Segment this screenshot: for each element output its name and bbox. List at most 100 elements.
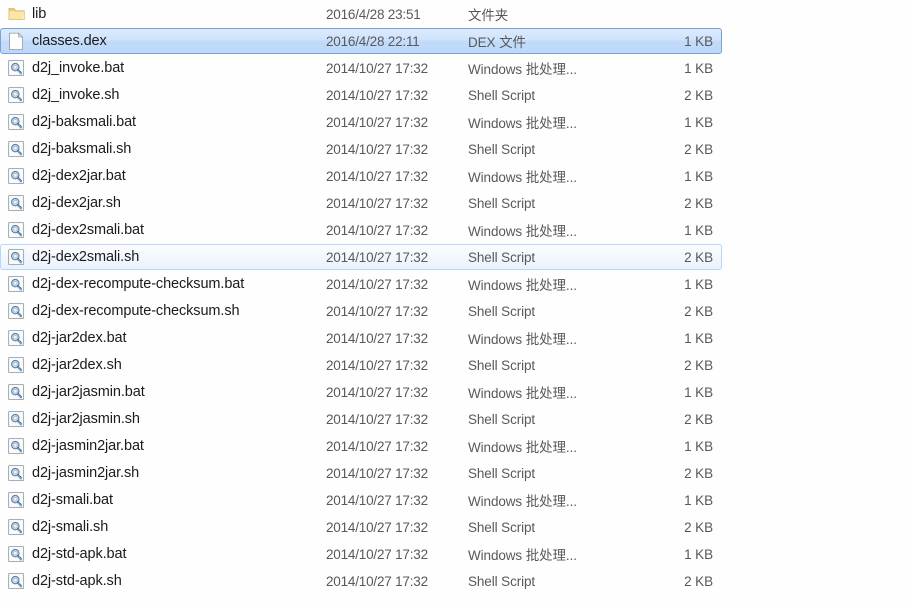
file-date-modified: 2014/10/27 17:32 [326, 411, 428, 427]
script-icon-svg [8, 302, 25, 319]
file-name: d2j-baksmali.sh [32, 141, 132, 157]
script-icon-svg [8, 59, 25, 76]
file-row[interactable]: d2j-jar2dex.bat 2014/10/27 17:32 Windows 批… [0, 325, 722, 351]
file-name: d2j-dex2smali.sh [32, 249, 140, 265]
file-row[interactable]: d2j-smali.sh 2014/10/27 17:32 Shell Script… [0, 514, 722, 540]
file-type: DEX 文件 [468, 35, 526, 50]
file-type: Windows 批处理... [468, 494, 577, 509]
file-date-modified: 2014/10/27 17:32 [326, 438, 428, 454]
file-date-modified: 2014/10/27 17:32 [326, 492, 428, 508]
file-name: d2j-std-apk.bat [32, 546, 127, 562]
file-name: d2j-jar2dex.sh [32, 357, 122, 373]
file-size: 2 KB [684, 357, 713, 373]
file-type: Windows 批处理... [468, 440, 577, 455]
script-icon [8, 85, 32, 105]
file-type: Windows 批处理... [468, 170, 577, 185]
file-list[interactable]: lib 2016/4/28 23:51 文件夹 classes.dex 2016/4/2… [0, 0, 911, 605]
file-name: d2j-dex2jar.sh [32, 195, 121, 211]
file-date-modified: 2014/10/27 17:32 [326, 519, 428, 535]
file-row[interactable]: d2j-jar2jasmin.bat 2014/10/27 17:32 Window… [0, 379, 722, 405]
script-icon [8, 166, 32, 186]
file-row[interactable]: d2j-baksmali.bat 2014/10/27 17:32 Windows … [0, 109, 722, 135]
file-size: 2 KB [684, 141, 713, 157]
file-type: Shell Script [468, 573, 536, 589]
file-row[interactable]: d2j-dex-recompute-checksum.sh 2014/10/27 … [0, 298, 722, 324]
script-icon [8, 247, 32, 267]
file-name: d2j-std-apk.sh [32, 573, 122, 589]
script-icon [8, 328, 32, 348]
script-icon [8, 193, 32, 213]
script-icon-svg [8, 194, 25, 211]
script-icon [8, 301, 32, 321]
file-size: 2 KB [684, 303, 713, 319]
file-row[interactable]: d2j-jar2dex.sh 2014/10/27 17:32 Shell Scri… [0, 352, 722, 378]
file-size: 1 KB [684, 384, 713, 400]
file-row[interactable]: d2j-dex2smali.sh 2014/10/27 17:32 Shell Sc… [0, 244, 722, 270]
file-type: Windows 批处理... [468, 116, 577, 131]
script-icon-svg [8, 572, 25, 589]
file-size: 2 KB [684, 195, 713, 211]
file-type: Windows 批处理... [468, 224, 577, 239]
file-date-modified: 2014/10/27 17:32 [326, 87, 428, 103]
file-date-modified: 2014/10/27 17:32 [326, 573, 428, 589]
file-name: d2j-jasmin2jar.sh [32, 465, 140, 481]
script-icon [8, 139, 32, 159]
file-name: classes.dex [32, 33, 107, 49]
file-size: 1 KB [684, 60, 713, 76]
file-name: d2j_invoke.bat [32, 60, 125, 76]
file-row[interactable]: d2j-std-apk.bat 2014/10/27 17:32 Windows 批… [0, 541, 722, 567]
file-row[interactable]: d2j-dex-recompute-checksum.bat 2014/10/27… [0, 271, 722, 297]
file-name: d2j_invoke.sh [32, 87, 120, 103]
file-row[interactable]: d2j-dex2jar.bat 2014/10/27 17:32 Windows 批… [0, 163, 722, 189]
file-row[interactable]: d2j-jar2jasmin.sh 2014/10/27 17:32 Shell S… [0, 406, 722, 432]
file-size: 1 KB [684, 168, 713, 184]
script-icon [8, 463, 32, 483]
script-icon-svg [8, 518, 25, 535]
file-row[interactable]: classes.dex 2016/4/28 22:11 DEX 文件 1 KB [0, 28, 722, 54]
file-type: Shell Script [468, 519, 536, 535]
file-size: 1 KB [684, 114, 713, 130]
file-date-modified: 2014/10/27 17:32 [326, 303, 428, 319]
file-row[interactable]: d2j-smali.bat 2014/10/27 17:32 Windows 批处理… [0, 487, 722, 513]
file-type: Windows 批处理... [468, 548, 577, 563]
file-row[interactable]: d2j_invoke.bat 2014/10/27 17:32 Windows 批处… [0, 55, 722, 81]
script-icon-svg [8, 383, 25, 400]
file-name: d2j-dex2smali.bat [32, 222, 144, 238]
file-row[interactable]: d2j-dex2smali.bat 2014/10/27 17:32 Windows… [0, 217, 722, 243]
folder-icon [8, 4, 32, 24]
document-icon [8, 31, 32, 51]
file-name: lib [32, 6, 47, 22]
file-type: Shell Script [468, 249, 536, 265]
script-icon-svg [8, 167, 25, 184]
script-icon-svg [8, 86, 25, 103]
file-name: d2j-smali.sh [32, 519, 109, 535]
file-date-modified: 2014/10/27 17:32 [326, 330, 428, 346]
script-icon-svg [8, 113, 25, 130]
script-icon [8, 274, 32, 294]
file-row[interactable]: d2j-jasmin2jar.sh 2014/10/27 17:32 Shell S… [0, 460, 722, 486]
file-size: 1 KB [684, 33, 713, 49]
file-row[interactable]: d2j-jasmin2jar.bat 2014/10/27 17:32 Window… [0, 433, 722, 459]
file-date-modified: 2016/4/28 22:11 [326, 33, 420, 49]
file-type: Windows 批处理... [468, 332, 577, 347]
file-name: d2j-jar2jasmin.bat [32, 384, 145, 400]
file-date-modified: 2014/10/27 17:32 [326, 60, 428, 76]
file-size: 2 KB [684, 573, 713, 589]
file-size: 2 KB [684, 87, 713, 103]
file-row[interactable]: d2j-std-apk.sh 2014/10/27 17:32 Shell Scri… [0, 568, 722, 594]
file-size: 1 KB [684, 546, 713, 562]
file-row[interactable]: d2j-dex2jar.sh 2014/10/27 17:32 Shell Scri… [0, 190, 722, 216]
script-icon-svg [8, 437, 25, 454]
file-row[interactable]: d2j_invoke.sh 2014/10/27 17:32 Shell Scrip… [0, 82, 722, 108]
file-size: 2 KB [684, 519, 713, 535]
file-type: Shell Script [468, 465, 536, 481]
file-row[interactable]: lib 2016/4/28 23:51 文件夹 [0, 1, 722, 27]
file-size: 2 KB [684, 411, 713, 427]
file-row[interactable]: d2j-baksmali.sh 2014/10/27 17:32 Shell Scr… [0, 136, 722, 162]
script-icon-svg [8, 356, 25, 373]
script-icon [8, 112, 32, 132]
file-date-modified: 2014/10/27 17:32 [326, 357, 428, 373]
script-icon [8, 58, 32, 78]
file-size: 2 KB [684, 465, 713, 481]
script-icon [8, 517, 32, 537]
